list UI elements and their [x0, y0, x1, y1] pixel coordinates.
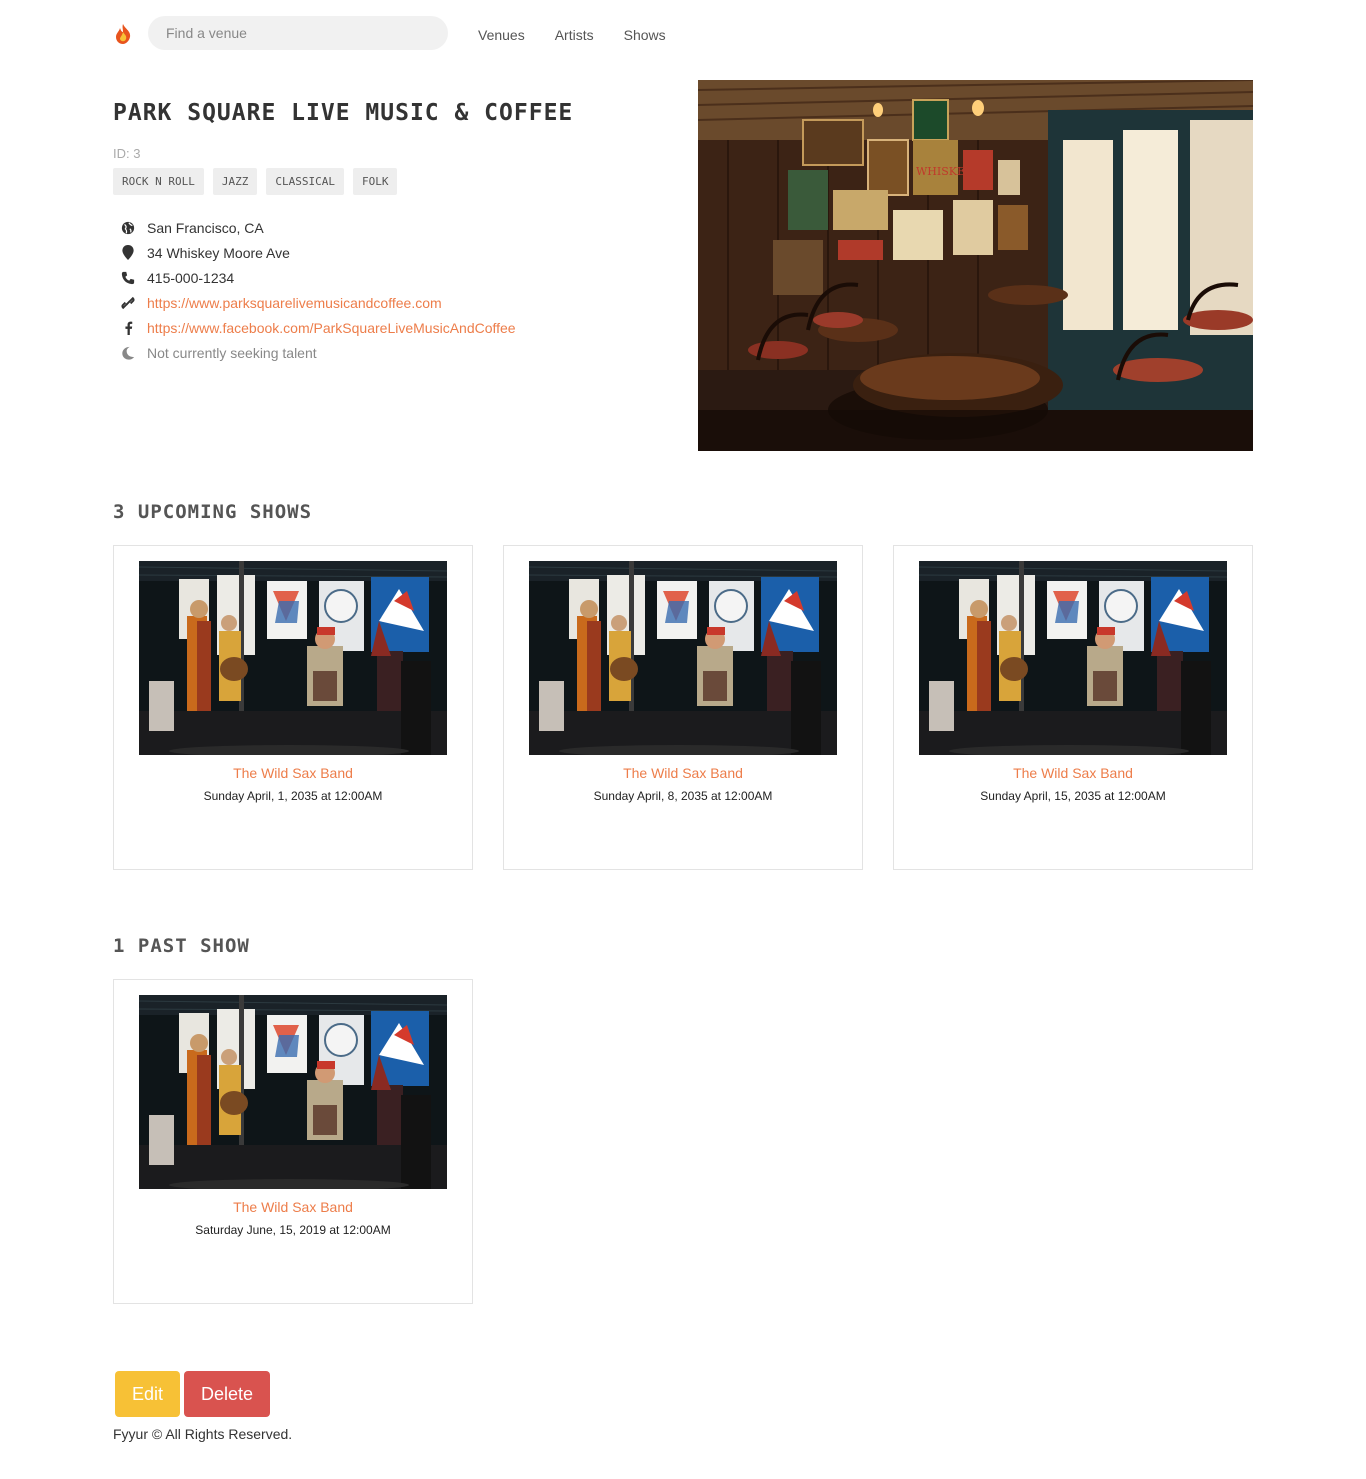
genre-tag: JAZZ — [212, 168, 258, 195]
artist-image[interactable] — [139, 561, 447, 755]
phone-text: 415-000-1234 — [147, 269, 235, 286]
navbar: Venues Artists Shows — [113, 16, 813, 50]
moon-icon — [120, 345, 136, 361]
info-website: https://www.parksquarelivemusicandcoffee… — [120, 290, 516, 315]
artist-name-link[interactable]: The Wild Sax Band — [894, 765, 1252, 781]
nav-link-shows[interactable]: Shows — [624, 27, 666, 43]
venue-image — [698, 80, 1253, 451]
flame-logo-icon[interactable] — [113, 23, 133, 45]
globe-icon — [120, 220, 136, 236]
show-date: Sunday April, 15, 2035 at 12:00AM — [980, 789, 1166, 803]
show-card[interactable]: The Wild Sax Band Sunday April, 1, 2035 … — [113, 545, 473, 870]
artist-name-link[interactable]: The Wild Sax Band — [504, 765, 862, 781]
venue-id: ID: 3 — [113, 146, 141, 161]
website-link[interactable]: https://www.parksquarelivemusicandcoffee… — [147, 295, 442, 311]
nav-links: Venues Artists Shows — [478, 27, 666, 43]
upcoming-shows-heading: 3 Upcoming Shows — [113, 501, 313, 523]
venue-info-list: San Francisco, CA 34 Whiskey Moore Ave 4… — [120, 215, 516, 365]
venue-name: Park Square Live Music & Coffee — [113, 100, 574, 126]
venue-search-input[interactable] — [148, 16, 448, 50]
city-state-text: San Francisco, CA — [147, 219, 264, 236]
artist-name-link[interactable]: The Wild Sax Band — [114, 1199, 472, 1215]
edit-button[interactable]: Edit — [115, 1371, 180, 1417]
link-icon — [120, 295, 136, 311]
artist-image[interactable] — [139, 995, 447, 1189]
artist-image[interactable] — [919, 561, 1227, 755]
address-text: 34 Whiskey Moore Ave — [147, 244, 290, 261]
show-card[interactable]: The Wild Sax Band Saturday June, 15, 201… — [113, 979, 473, 1304]
info-seeking: Not currently seeking talent — [120, 340, 516, 365]
facebook-link[interactable]: https://www.facebook.com/ParkSquareLiveM… — [147, 320, 516, 336]
map-marker-icon — [120, 245, 136, 261]
delete-button[interactable]: Delete — [184, 1371, 270, 1417]
past-shows-heading: 1 Past Show — [113, 935, 250, 957]
artist-name-link[interactable]: The Wild Sax Band — [114, 765, 472, 781]
genre-tag: ROCK N ROLL — [113, 168, 204, 195]
show-card[interactable]: The Wild Sax Band Sunday April, 15, 2035… — [893, 545, 1253, 870]
nav-link-venues[interactable]: Venues — [478, 27, 525, 43]
artist-image[interactable] — [529, 561, 837, 755]
phone-icon — [120, 270, 136, 286]
genre-tag: CLASSICAL — [266, 168, 344, 195]
genre-tags: ROCK N ROLL JAZZ CLASSICAL FOLK — [113, 168, 398, 195]
info-phone: 415-000-1234 — [120, 265, 516, 290]
show-date: Saturday June, 15, 2019 at 12:00AM — [195, 1223, 391, 1237]
genre-tag: FOLK — [352, 168, 398, 195]
info-address: 34 Whiskey Moore Ave — [120, 240, 516, 265]
info-city: San Francisco, CA — [120, 215, 516, 240]
info-facebook: https://www.facebook.com/ParkSquareLiveM… — [120, 315, 516, 340]
nav-link-artists[interactable]: Artists — [555, 27, 594, 43]
facebook-icon — [120, 320, 136, 336]
seeking-talent-text: Not currently seeking talent — [147, 344, 317, 361]
show-date: Sunday April, 1, 2035 at 12:00AM — [203, 789, 383, 803]
show-card[interactable]: The Wild Sax Band Sunday April, 8, 2035 … — [503, 545, 863, 870]
footer-copyright: Fyyur © All Rights Reserved. — [113, 1426, 293, 1442]
show-date: Sunday April, 8, 2035 at 12:00AM — [593, 789, 773, 803]
